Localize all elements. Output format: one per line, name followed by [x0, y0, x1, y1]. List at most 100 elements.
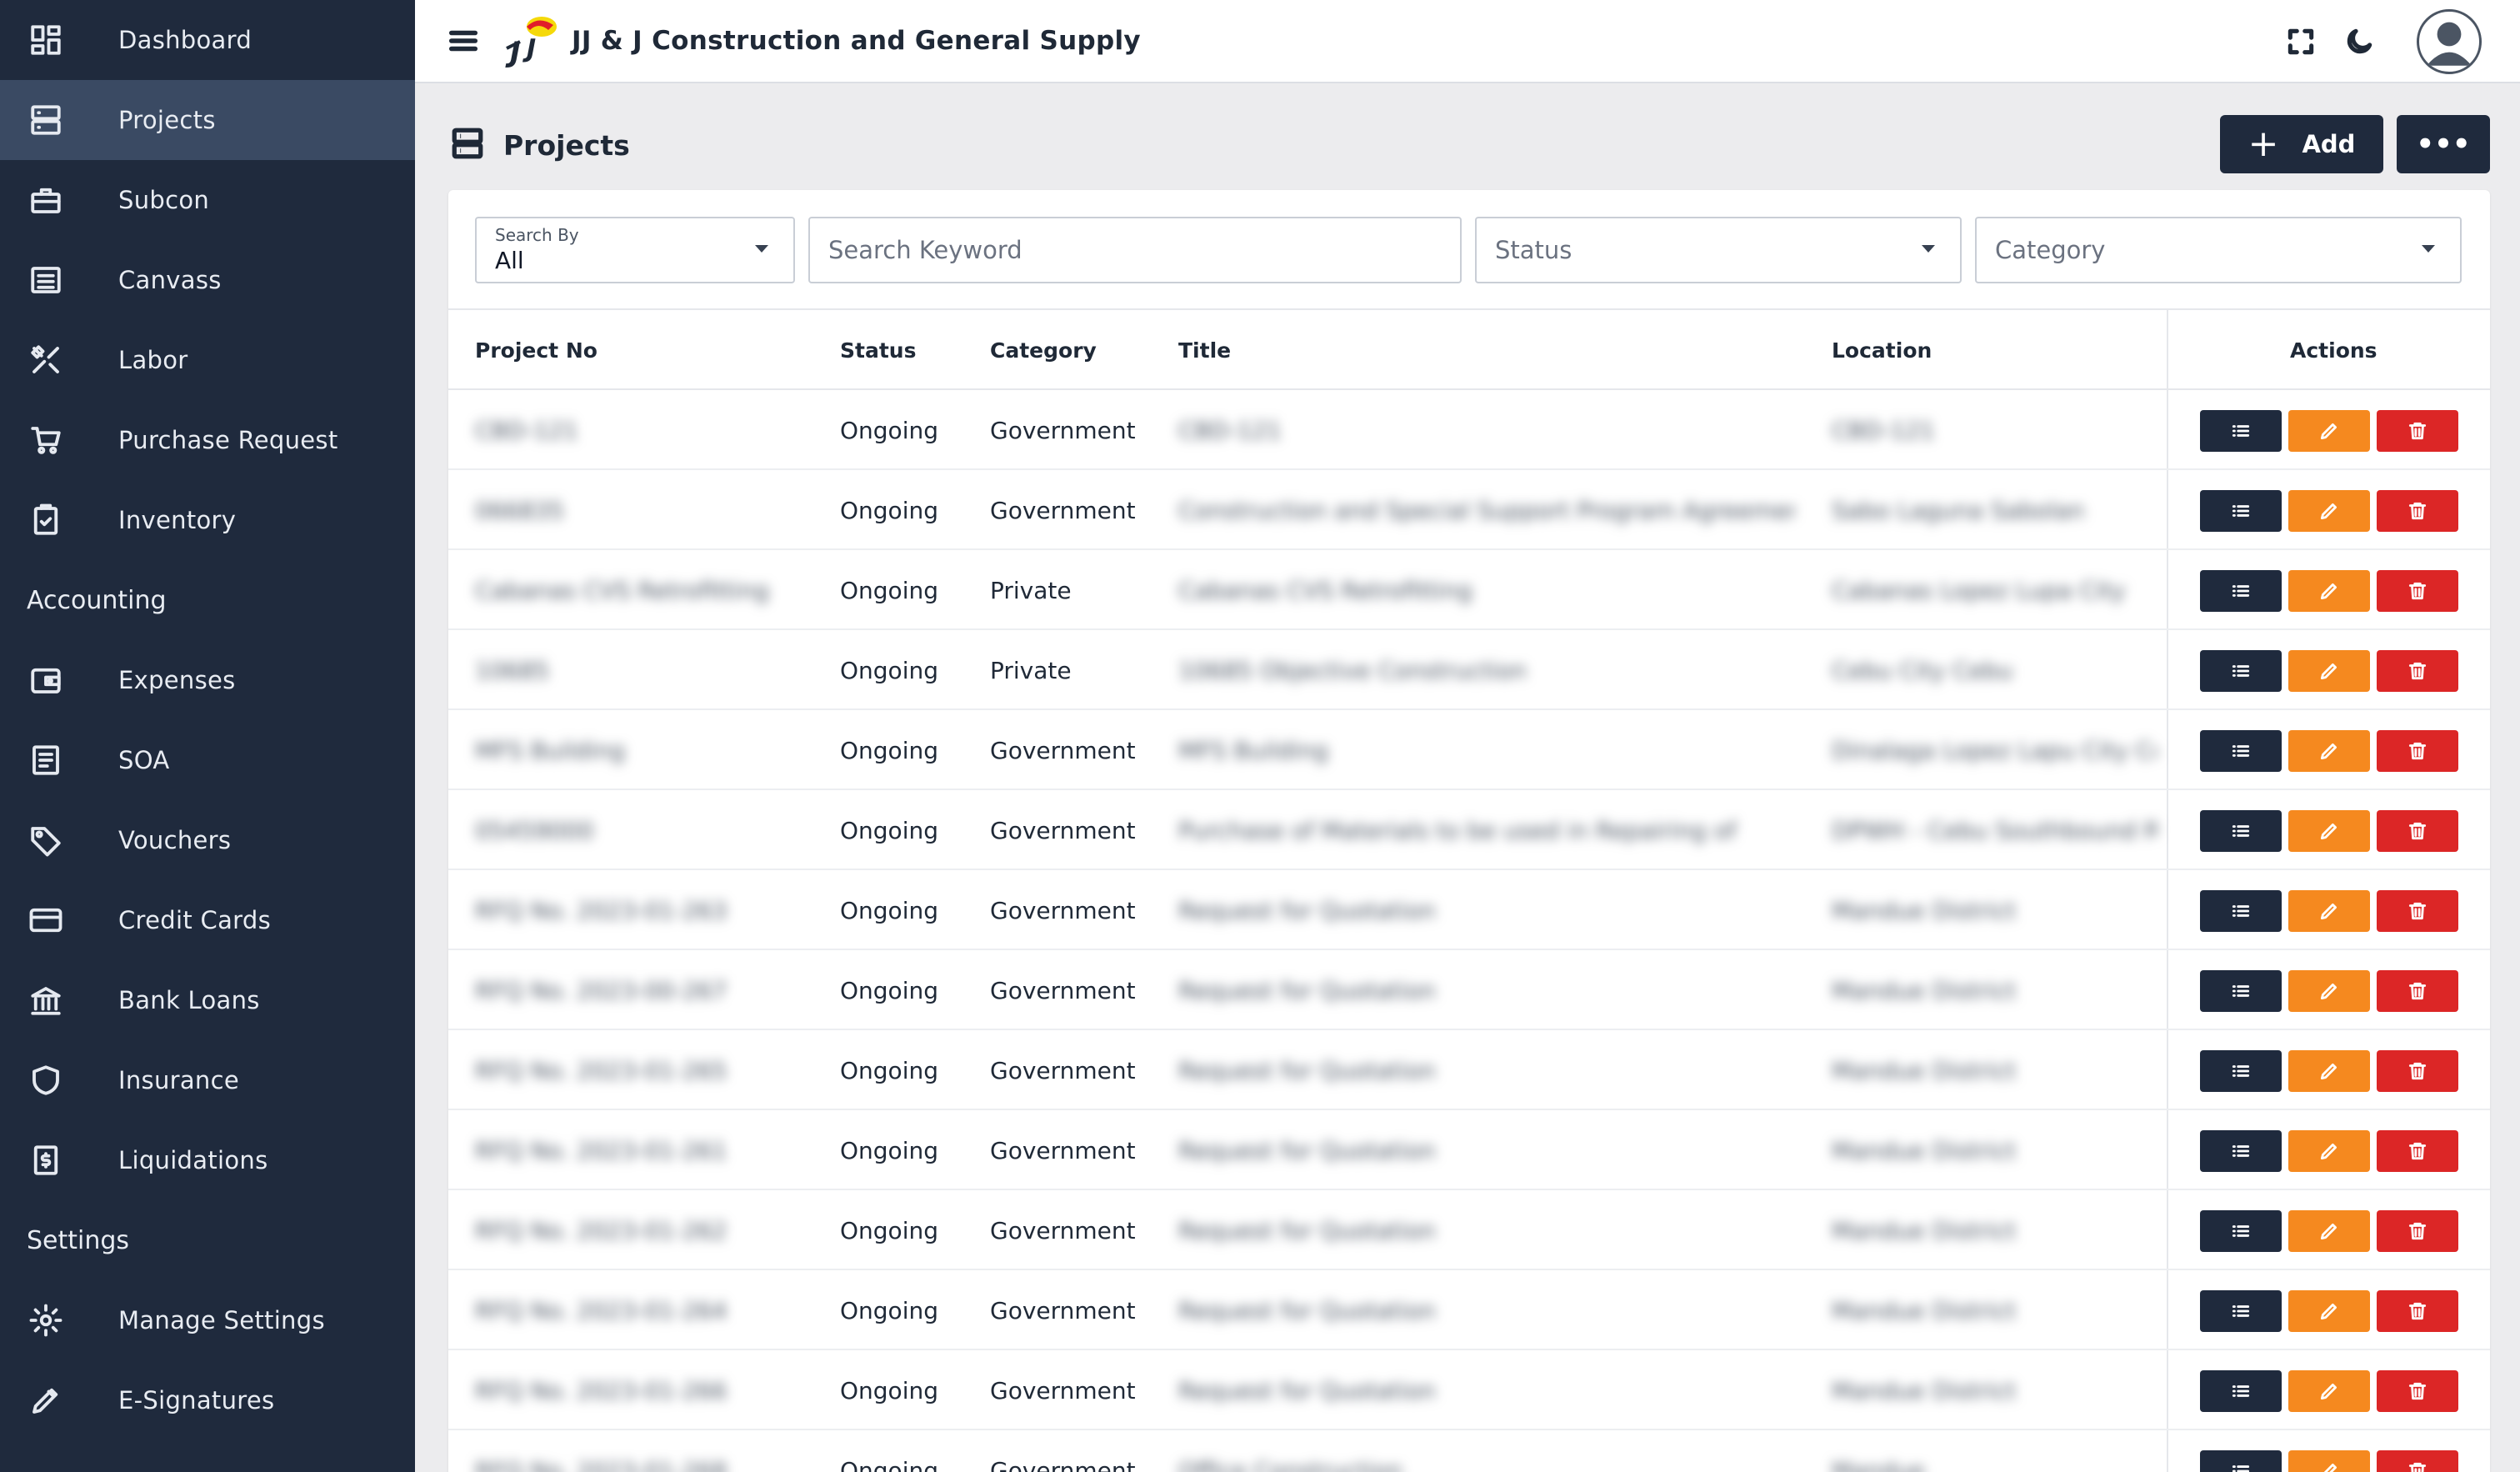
view-details-button[interactable] — [2200, 1050, 2282, 1092]
chevron-down-icon — [755, 245, 768, 253]
view-details-button[interactable] — [2200, 1370, 2282, 1412]
table-row[interactable]: RFQ No. 2023-01-268 Ongoing Government Offi… — [448, 1430, 2490, 1472]
edit-button[interactable] — [2288, 1130, 2370, 1172]
table-row[interactable]: RFQ No. 2023-01-266 Ongoing Government Requ… — [448, 1350, 2490, 1430]
fullscreen-icon[interactable] — [2282, 23, 2320, 61]
sidebar-item-vouchers[interactable]: Vouchers — [0, 800, 415, 880]
menu-toggle-icon[interactable] — [447, 24, 480, 58]
delete-button[interactable] — [2377, 810, 2458, 852]
delete-button[interactable] — [2377, 490, 2458, 532]
view-details-button[interactable] — [2200, 1290, 2282, 1332]
delete-button[interactable] — [2377, 970, 2458, 1012]
sidebar-item-bank-loans[interactable]: Bank Loans — [0, 960, 415, 1040]
sidebar-item-dashboard[interactable]: Dashboard — [0, 0, 415, 80]
table-row[interactable]: MFS Building Ongoing Government MFS Buildin… — [448, 710, 2490, 790]
view-details-button[interactable] — [2200, 730, 2282, 772]
cell-title: Purchase of Materials to be used in Repa… — [1178, 816, 1737, 844]
edit-button[interactable] — [2288, 1370, 2370, 1412]
category-select[interactable]: Category — [1975, 217, 2462, 283]
edit-button[interactable] — [2288, 570, 2370, 612]
more-options-button[interactable]: ••• — [2397, 115, 2490, 173]
user-avatar[interactable] — [2417, 9, 2482, 74]
search-by-select[interactable]: Search By All — [475, 217, 795, 283]
col-title[interactable]: Title — [1178, 310, 1231, 390]
edit-button[interactable] — [2288, 890, 2370, 932]
sidebar-item-e-signatures[interactable]: E-Signatures — [0, 1360, 415, 1440]
clipboard-check-icon — [27, 501, 65, 539]
edit-button[interactable] — [2288, 490, 2370, 532]
add-project-button[interactable]: + Add — [2220, 115, 2383, 173]
table-row[interactable]: CBD-121 Ongoing Government CBD-121 CBD-121 — [448, 390, 2490, 470]
table-row[interactable]: Cabanas CVS Retrofitting Ongoing Private Ca… — [448, 550, 2490, 630]
table-row[interactable]: 10685 Ongoing Private 10685 Objective Const… — [448, 630, 2490, 710]
view-details-button[interactable] — [2200, 970, 2282, 1012]
sidebar-item-purchase-request[interactable]: Purchase Request — [0, 400, 415, 480]
table-row[interactable]: RFQ No. 2023-01-263 Ongoing Government Requ… — [448, 870, 2490, 950]
delete-button[interactable] — [2377, 1290, 2458, 1332]
cell-title: Request for Quotation — [1178, 896, 1436, 924]
projects-card: Search By All Status Category Project No… — [448, 190, 2490, 1472]
view-details-button[interactable] — [2200, 890, 2282, 932]
cell-location: Mandue District — [1832, 896, 2017, 924]
dark-mode-icon[interactable] — [2340, 23, 2378, 61]
row-actions — [2200, 810, 2465, 852]
col-category[interactable]: Category — [990, 310, 1097, 390]
col-location[interactable]: Location — [1832, 310, 1932, 390]
delete-button[interactable] — [2377, 1130, 2458, 1172]
view-details-button[interactable] — [2200, 1210, 2282, 1252]
edit-button[interactable] — [2288, 650, 2370, 692]
sidebar-item-inventory[interactable]: Inventory — [0, 480, 415, 560]
trash-icon — [2408, 1222, 2427, 1240]
table-row[interactable]: 066835 Ongoing Government Construction and … — [448, 470, 2490, 550]
sidebar-item-insurance[interactable]: Insurance — [0, 1040, 415, 1120]
sidebar-item-soa[interactable]: SOA — [0, 720, 415, 800]
view-details-button[interactable] — [2200, 1450, 2282, 1472]
edit-button[interactable] — [2288, 1050, 2370, 1092]
search-input[interactable] — [828, 236, 1398, 264]
trash-icon — [2408, 1142, 2427, 1160]
status-select[interactable]: Status — [1475, 217, 1962, 283]
sidebar-item-labor[interactable]: Labor — [0, 320, 415, 400]
table-row[interactable]: RFQ No. 2023-01-265 Ongoing Government Requ… — [448, 1030, 2490, 1110]
table-row[interactable]: RFQ No. 2023-01-262 Ongoing Government Requ… — [448, 1190, 2490, 1270]
view-details-button[interactable] — [2200, 650, 2282, 692]
view-details-button[interactable] — [2200, 490, 2282, 532]
cell-location: Mandue District — [1832, 976, 2017, 1004]
cell-location: Cebu City Cebu — [1832, 656, 2013, 684]
sidebar-item-projects[interactable]: Projects — [0, 80, 415, 160]
list-icon — [2232, 585, 2250, 597]
view-details-button[interactable] — [2200, 570, 2282, 612]
delete-button[interactable] — [2377, 410, 2458, 452]
view-details-button[interactable] — [2200, 410, 2282, 452]
edit-button[interactable] — [2288, 810, 2370, 852]
view-details-button[interactable] — [2200, 1130, 2282, 1172]
edit-button[interactable] — [2288, 970, 2370, 1012]
sidebar-item-subcon[interactable]: Subcon — [0, 160, 415, 240]
delete-button[interactable] — [2377, 1050, 2458, 1092]
edit-button[interactable] — [2288, 1450, 2370, 1472]
edit-button[interactable] — [2288, 410, 2370, 452]
delete-button[interactable] — [2377, 1210, 2458, 1252]
delete-button[interactable] — [2377, 890, 2458, 932]
col-project-no[interactable]: Project No — [475, 310, 598, 390]
delete-button[interactable] — [2377, 730, 2458, 772]
table-row[interactable]: RFQ No. 2023-01-261 Ongoing Government Requ… — [448, 1110, 2490, 1190]
view-details-button[interactable] — [2200, 810, 2282, 852]
col-status[interactable]: Status — [840, 310, 916, 390]
sidebar-item-credit-cards[interactable]: Credit Cards — [0, 880, 415, 960]
sidebar-item-expenses[interactable]: Expenses — [0, 640, 415, 720]
delete-button[interactable] — [2377, 1370, 2458, 1412]
table-row[interactable]: 05459000 Ongoing Government Purchase of Mat… — [448, 790, 2490, 870]
sidebar-item-canvass[interactable]: Canvass — [0, 240, 415, 320]
delete-button[interactable] — [2377, 1450, 2458, 1472]
table-row[interactable]: RFQ No. 2023-00-267 Ongoing Government Requ… — [448, 950, 2490, 1030]
sidebar-item-manage-settings[interactable]: Manage Settings — [0, 1280, 415, 1360]
edit-button[interactable] — [2288, 1210, 2370, 1252]
delete-button[interactable] — [2377, 650, 2458, 692]
pencil-icon — [2320, 904, 2337, 920]
table-row[interactable]: RFQ No. 2023-01-264 Ongoing Government Requ… — [448, 1270, 2490, 1350]
delete-button[interactable] — [2377, 570, 2458, 612]
sidebar-item-liquidations[interactable]: Liquidations — [0, 1120, 415, 1200]
edit-button[interactable] — [2288, 730, 2370, 772]
edit-button[interactable] — [2288, 1290, 2370, 1332]
